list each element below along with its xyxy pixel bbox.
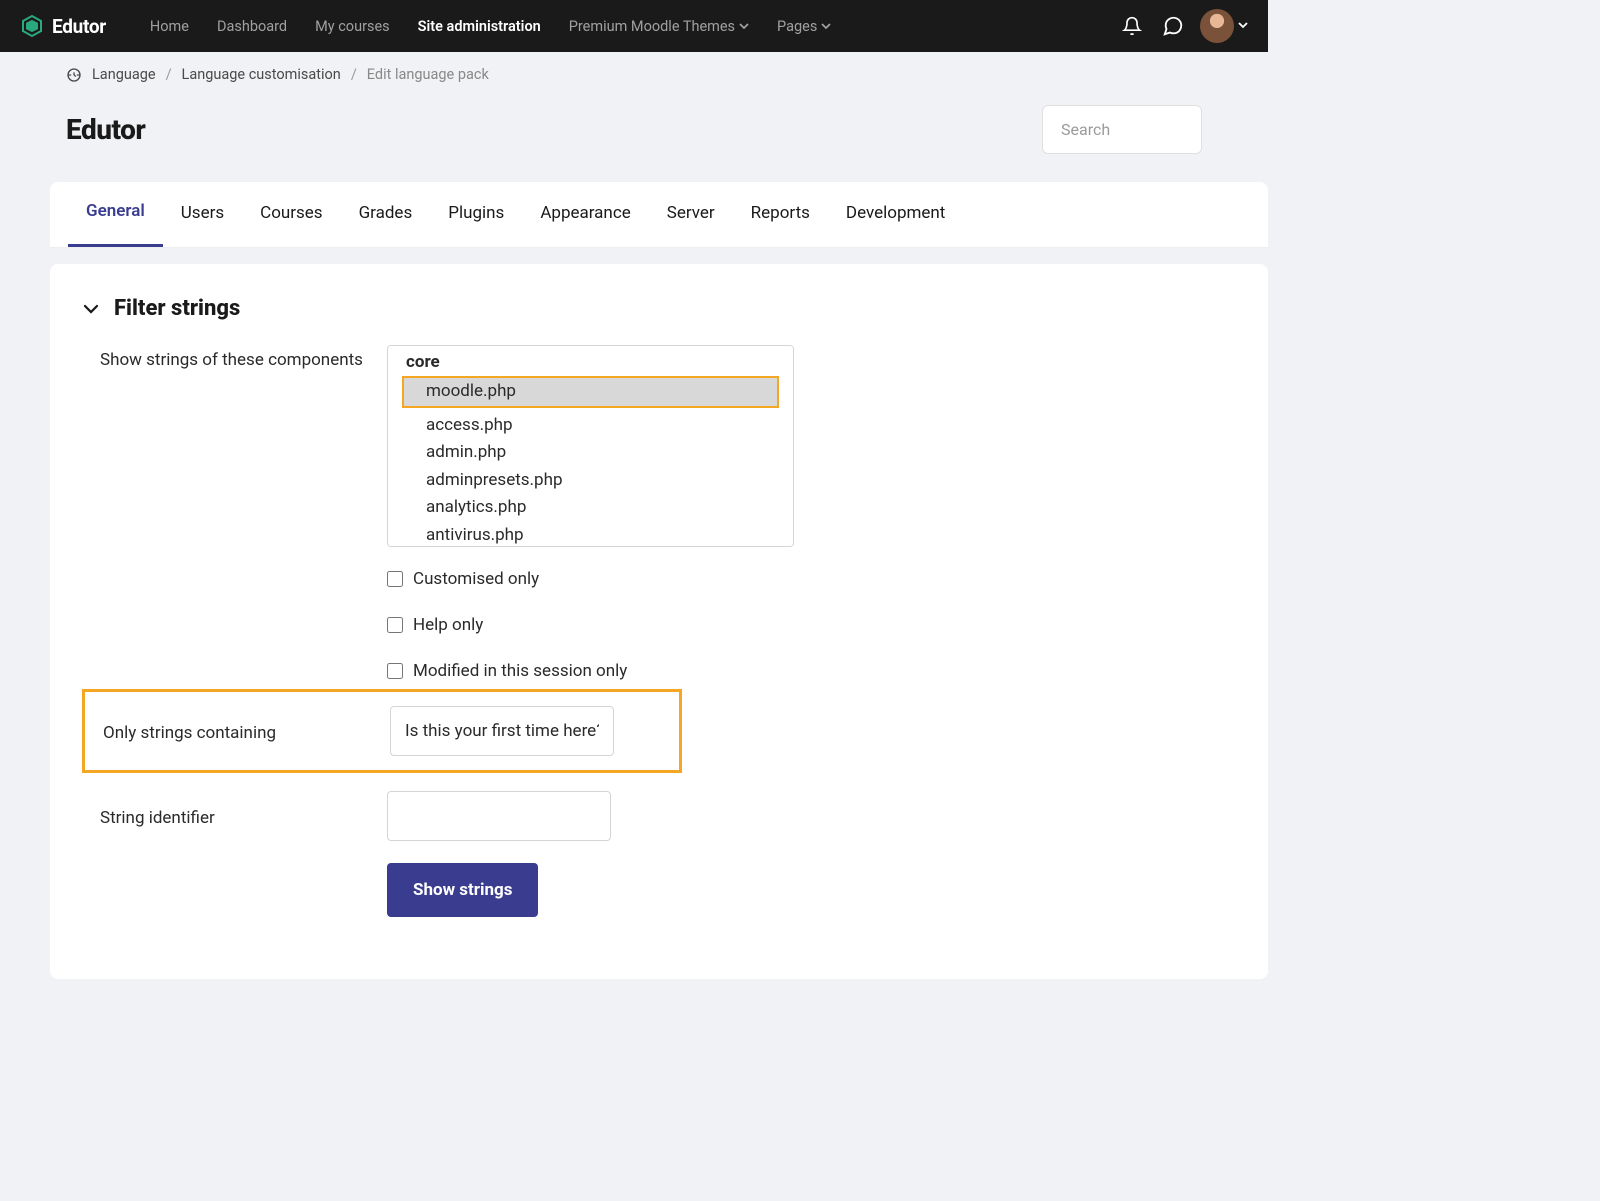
identifier-input[interactable] <box>387 791 611 841</box>
tab-development[interactable]: Development <box>828 182 963 247</box>
breadcrumb-sep: / <box>166 66 172 83</box>
tab-appearance[interactable]: Appearance <box>522 182 648 247</box>
user-menu-caret[interactable] <box>1238 20 1248 33</box>
tab-general[interactable]: General <box>68 182 163 247</box>
nav-premium-themes-label: Premium Moodle Themes <box>569 18 735 35</box>
tab-server[interactable]: Server <box>649 182 733 247</box>
components-row: Show strings of these components core mo… <box>82 345 1236 547</box>
nav-pages-label: Pages <box>777 18 817 35</box>
containing-label: Only strings containing <box>85 706 390 746</box>
components-label: Show strings of these components <box>82 345 387 373</box>
highlight-moodle-option: moodle.php <box>402 376 779 408</box>
admin-tabs: General Users Courses Grades Plugins App… <box>50 182 1268 248</box>
nav-my-courses[interactable]: My courses <box>301 18 404 35</box>
dashboard-icon <box>66 67 82 83</box>
breadcrumb-current: Edit language pack <box>367 66 489 83</box>
help-only-checkbox[interactable] <box>387 617 403 633</box>
ms-option-moodle[interactable]: moodle.php <box>404 378 777 406</box>
tab-users[interactable]: Users <box>163 182 242 247</box>
page-title: Edutor <box>66 113 145 146</box>
nav-site-administration[interactable]: Site administration <box>404 18 555 35</box>
ms-option-adminpresets[interactable]: adminpresets.php <box>388 467 793 495</box>
tab-plugins[interactable]: Plugins <box>430 182 522 247</box>
help-only-row: Help only <box>387 615 1236 635</box>
ms-option-admin[interactable]: admin.php <box>388 439 793 467</box>
components-multiselect[interactable]: core moodle.php access.php admin.php adm… <box>387 345 794 547</box>
logo-hex-icon <box>20 14 44 38</box>
nav-home[interactable]: Home <box>136 18 203 35</box>
identifier-row: String identifier <box>82 791 1236 841</box>
search-box <box>1042 105 1202 154</box>
brand-logo[interactable]: Edutor <box>20 14 106 38</box>
modified-session-checkbox[interactable] <box>387 663 403 679</box>
checkboxes-row: Customised only Help only Modified in th… <box>82 569 1236 681</box>
highlight-containing-row: Only strings containing <box>82 689 682 773</box>
modified-session-label[interactable]: Modified in this session only <box>413 661 627 681</box>
modified-session-row: Modified in this session only <box>387 661 1236 681</box>
breadcrumb-sep: / <box>351 66 357 83</box>
content-panel: Filter strings Show strings of these com… <box>50 264 1268 979</box>
tab-grades[interactable]: Grades <box>341 182 431 247</box>
ms-option-antivirus[interactable]: antivirus.php <box>388 522 793 548</box>
containing-input[interactable] <box>390 706 614 756</box>
nav-pages[interactable]: Pages <box>763 18 845 35</box>
messages-icon[interactable] <box>1152 15 1194 37</box>
breadcrumb-language[interactable]: Language <box>92 66 156 83</box>
filter-strings-header[interactable]: Filter strings <box>82 296 1236 321</box>
customised-only-checkbox[interactable] <box>387 571 403 587</box>
notifications-icon[interactable] <box>1112 16 1152 36</box>
chevron-down-icon <box>821 21 831 31</box>
breadcrumb-lang-customisation[interactable]: Language customisation <box>182 66 341 83</box>
tab-courses[interactable]: Courses <box>242 182 340 247</box>
submit-row: Show strings <box>82 863 1236 917</box>
page-head: Edutor <box>0 97 1268 182</box>
chevron-down-icon <box>739 21 749 31</box>
nav-dashboard[interactable]: Dashboard <box>203 18 301 35</box>
brand-name: Edutor <box>52 15 106 38</box>
nav-premium-themes[interactable]: Premium Moodle Themes <box>555 18 763 35</box>
ms-option-analytics[interactable]: analytics.php <box>388 494 793 522</box>
breadcrumb: Language / Language customisation / Edit… <box>0 52 1268 97</box>
identifier-label: String identifier <box>82 791 387 831</box>
tab-reports[interactable]: Reports <box>733 182 828 247</box>
chevron-down-icon <box>82 300 100 318</box>
show-strings-button[interactable]: Show strings <box>387 863 538 917</box>
avatar[interactable] <box>1200 9 1234 43</box>
filter-strings-title: Filter strings <box>114 296 240 321</box>
help-only-label[interactable]: Help only <box>413 615 483 635</box>
search-input[interactable] <box>1061 120 1183 139</box>
customised-only-row: Customised only <box>387 569 1236 589</box>
ms-option-access[interactable]: access.php <box>388 412 793 440</box>
ms-group-core: core <box>388 350 793 374</box>
customised-only-label[interactable]: Customised only <box>413 569 539 589</box>
top-nav: Edutor Home Dashboard My courses Site ad… <box>0 0 1268 52</box>
